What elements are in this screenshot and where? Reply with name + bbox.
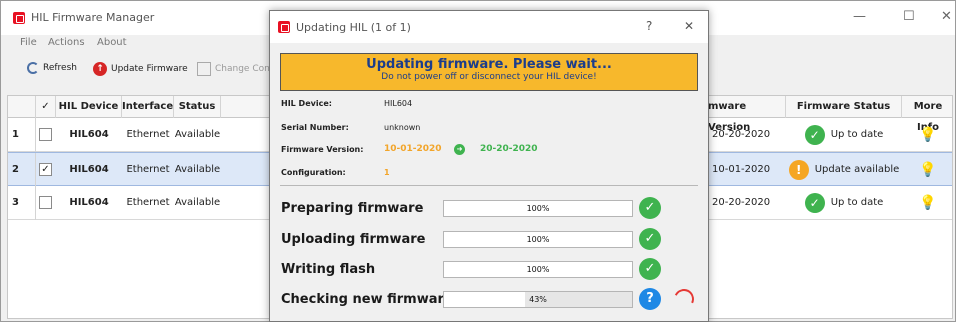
device-value: HIL604 <box>384 99 413 108</box>
check-circle-icon: ✓ <box>804 193 825 213</box>
device-status: Available <box>174 197 221 208</box>
lightbulb-icon[interactable]: 💡 <box>902 186 954 220</box>
row-checkbox[interactable] <box>39 128 52 141</box>
menu-file[interactable]: File <box>20 37 37 48</box>
header-select-all[interactable]: ✓ <box>36 96 56 118</box>
serial-value: unknown <box>384 123 421 132</box>
row-number: 2 <box>8 153 36 187</box>
progress-text: 100% <box>526 235 550 244</box>
firmware-version: 20-20-2020 <box>712 129 771 140</box>
divider <box>280 185 698 186</box>
row-checkbox[interactable]: ✓ <box>39 163 52 176</box>
update-firmware-label: Update Firmware <box>111 64 188 74</box>
lightbulb-icon[interactable]: 💡 <box>902 118 954 152</box>
app-logo-icon <box>13 12 25 24</box>
progress-text: 100% <box>526 204 550 213</box>
check-circle-icon: ✓ <box>639 228 661 250</box>
banner-title: Updating firmware. Please wait... <box>366 57 612 72</box>
device-interface: Ethernet <box>126 197 170 208</box>
close-button[interactable]: ✕ <box>941 9 952 24</box>
firmware-version-label: Firmware Version: <box>281 145 364 154</box>
firmware-version: 20-20-2020 <box>712 197 771 208</box>
step-label: Preparing firmware <box>281 201 424 216</box>
device-interface: Ethernet <box>126 129 170 140</box>
refresh-icon <box>27 62 39 74</box>
firmware-status-text: Up to date <box>830 197 884 208</box>
check-circle-icon: ✓ <box>804 125 825 145</box>
maximize-button[interactable]: ☐ <box>903 9 915 24</box>
device-name: HIL604 <box>69 129 109 140</box>
device-interface: Ethernet <box>126 164 170 175</box>
progress-bar: 100% <box>443 231 633 248</box>
configuration-label: Configuration: <box>281 168 346 177</box>
progress-bar: 43% <box>443 291 633 308</box>
update-firmware-button[interactable]: ↑ Update Firmware <box>93 62 188 76</box>
check-circle-icon: ✓ <box>639 258 661 280</box>
upload-arrow-icon: ↑ <box>93 62 107 76</box>
menu-about[interactable]: About <box>97 37 127 48</box>
help-button[interactable]: ? <box>646 19 652 33</box>
update-dialog: Updating HIL (1 of 1) ? ✕ Updating firmw… <box>269 10 709 322</box>
firmware-status-text: Update available <box>814 164 900 175</box>
banner-subtitle: Do not power off or disconnect your HIL … <box>381 72 597 82</box>
arrow-right-icon: ➜ <box>454 144 465 155</box>
firmware-status-text: Up to date <box>830 129 884 140</box>
device-name: HIL604 <box>69 164 109 175</box>
question-circle-icon: ? <box>639 288 661 310</box>
header-hil-device[interactable]: HIL Device <box>56 96 122 118</box>
configuration-value: 1 <box>384 168 390 177</box>
loading-spinner-icon <box>671 286 697 312</box>
refresh-label: Refresh <box>43 63 77 73</box>
firmware-status: ! Update available <box>786 153 902 187</box>
header-more-info[interactable]: More Info <box>902 96 954 133</box>
device-name: HIL604 <box>69 197 109 208</box>
new-firmware-version: 20-20-2020 <box>480 144 538 154</box>
minimize-button[interactable]: — <box>853 9 866 24</box>
firmware-version: 10-01-2020 <box>712 164 771 175</box>
firmware-status: ✓ Up to date <box>786 118 902 152</box>
step-label: Writing flash <box>281 262 376 277</box>
header-firmware-status[interactable]: Firmware Status <box>786 96 902 118</box>
dialog-title-bar: Updating HIL (1 of 1) ? ✕ <box>270 11 708 43</box>
row-checkbox[interactable] <box>39 196 52 209</box>
row-number: 1 <box>8 118 36 152</box>
window-title: HIL Firmware Manager <box>31 11 155 24</box>
progress-text: 43% <box>529 295 547 304</box>
progress-bar: 100% <box>443 261 633 278</box>
dialog-title: Updating HIL (1 of 1) <box>296 21 411 34</box>
app-logo-icon <box>278 21 290 33</box>
header-firmware-version[interactable]: mware Version <box>706 96 786 133</box>
device-status: Available <box>174 129 221 140</box>
header-rownum <box>8 96 36 118</box>
current-firmware-version: 10-01-2020 <box>384 144 442 154</box>
change-config-button[interactable]: Change Conf <box>197 62 273 76</box>
progress-text: 100% <box>526 265 550 274</box>
row-number: 3 <box>8 186 36 220</box>
firmware-status: ✓ Up to date <box>786 186 902 220</box>
check-circle-icon: ✓ <box>639 197 661 219</box>
device-status: Available <box>174 164 221 175</box>
device-label: HIL Device: <box>281 99 332 108</box>
lightbulb-icon[interactable]: 💡 <box>902 153 954 187</box>
step-label: Uploading firmware <box>281 232 426 247</box>
warning-circle-icon: ! <box>788 160 809 180</box>
dialog-close-button[interactable]: ✕ <box>684 19 694 33</box>
step-label: Checking new firmware <box>281 292 453 307</box>
warning-banner: Updating firmware. Please wait... Do not… <box>280 53 698 91</box>
menu-actions[interactable]: Actions <box>48 37 85 48</box>
change-config-label: Change Conf <box>215 64 273 74</box>
header-interface[interactable]: Interface <box>122 96 174 118</box>
progress-bar: 100% <box>443 200 633 217</box>
serial-label: Serial Number: <box>281 123 349 132</box>
header-status[interactable]: Status <box>174 96 221 118</box>
configuration-icon <box>197 62 211 76</box>
refresh-button[interactable]: Refresh <box>27 62 77 74</box>
